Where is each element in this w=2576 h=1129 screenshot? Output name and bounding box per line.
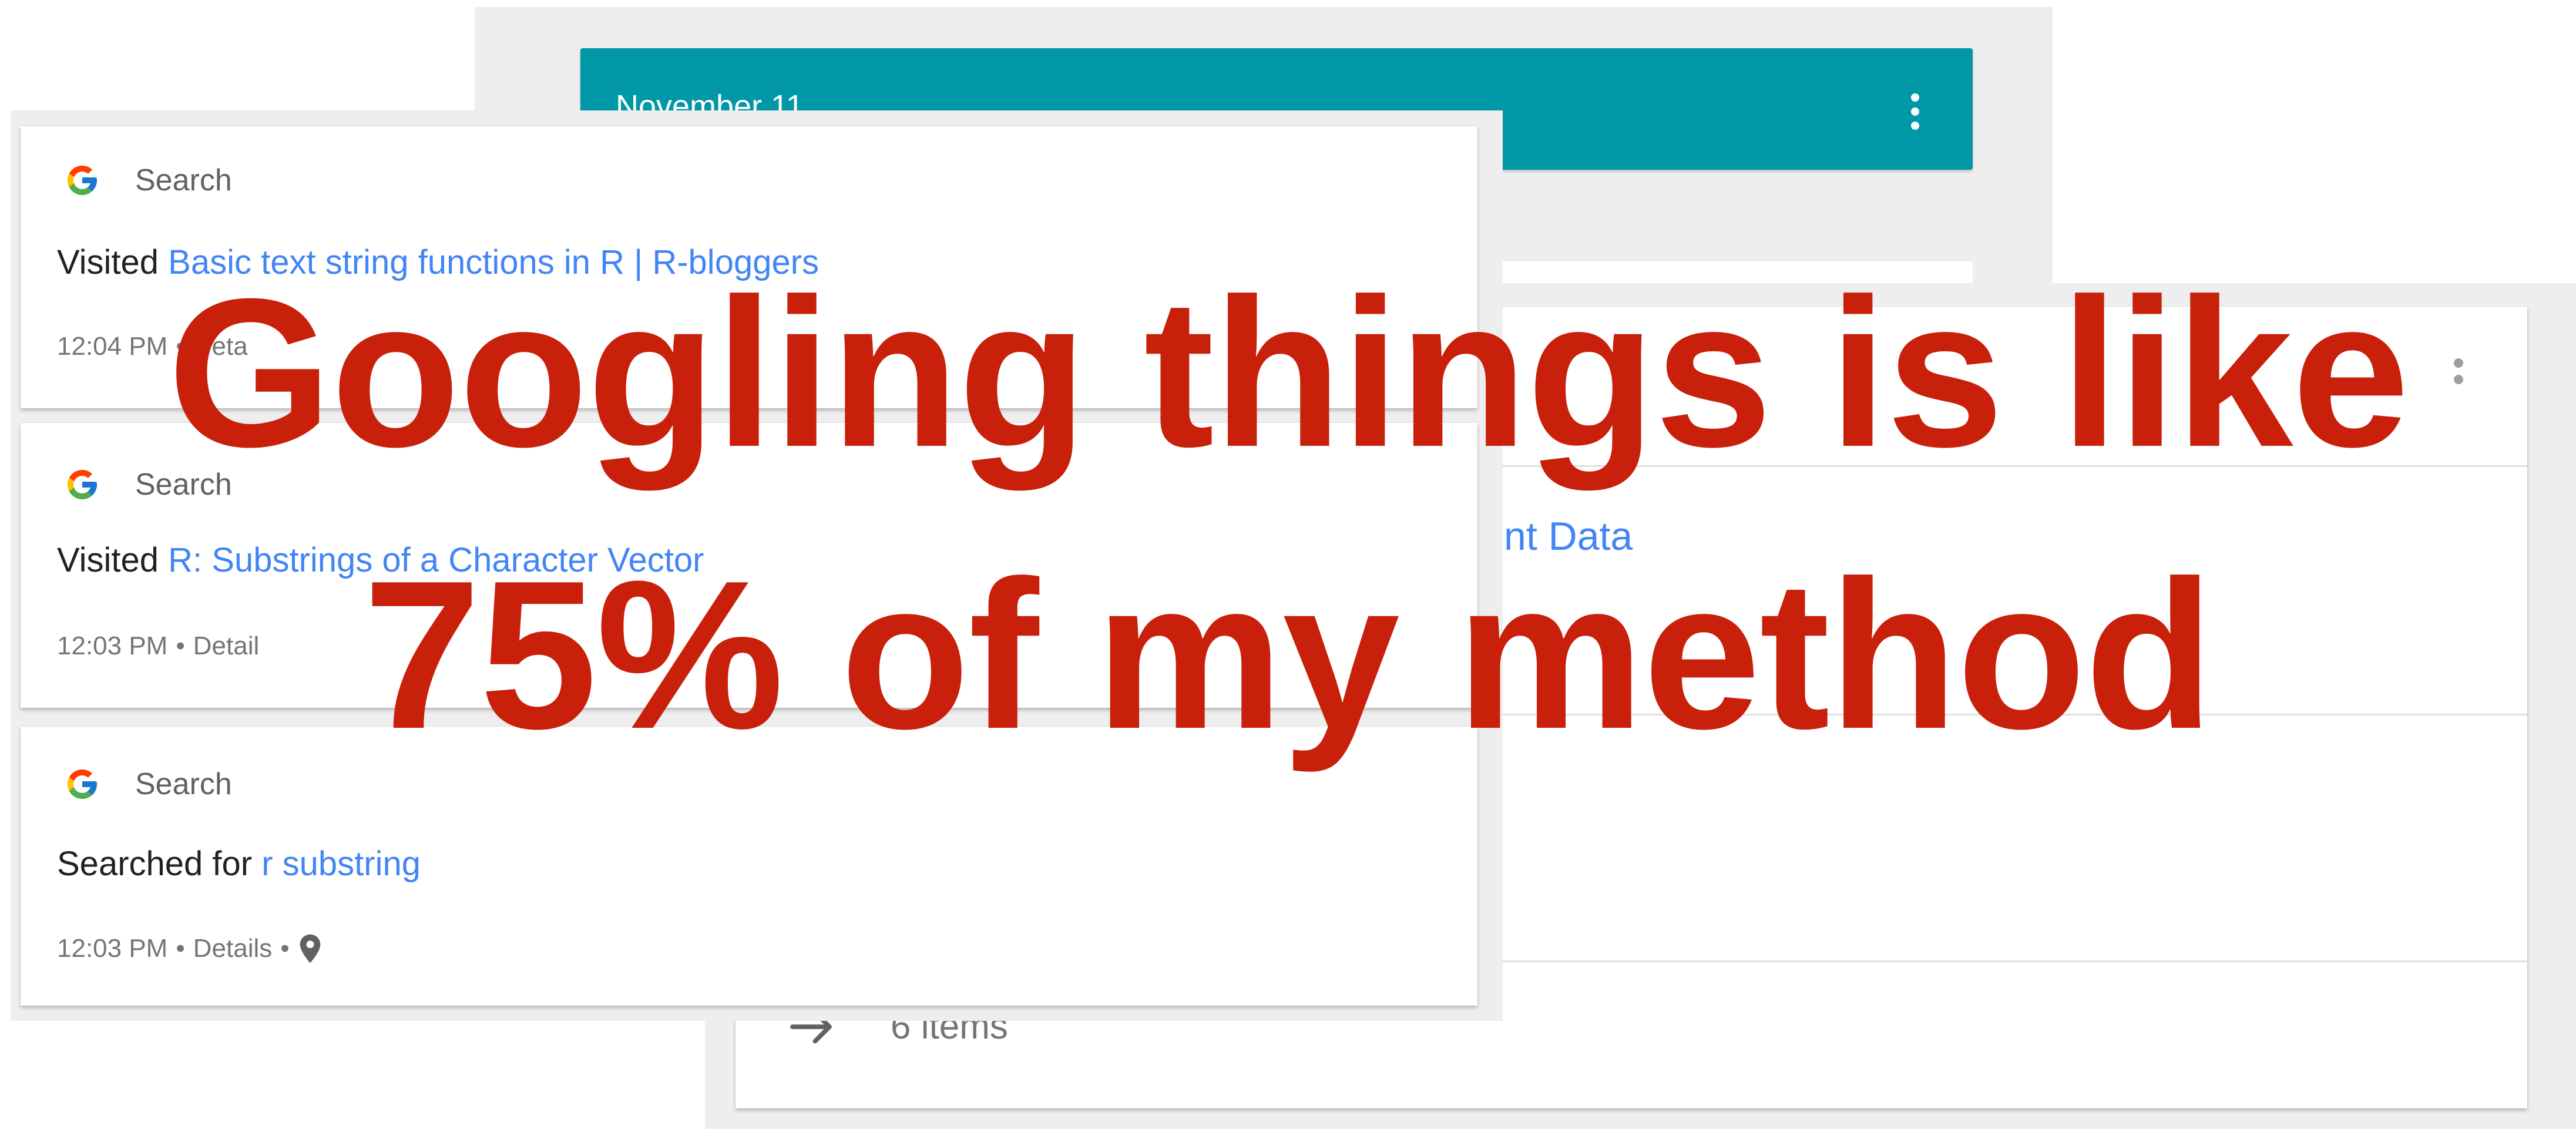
overlay-caption-line-1: Googling things is like [167, 255, 2409, 491]
location-pin-icon[interactable] [298, 933, 323, 964]
details-link[interactable]: Details [193, 934, 273, 963]
activity-time: 12:03 PM [57, 934, 168, 963]
more-options-icon[interactable] [1911, 90, 1919, 133]
activity-source: Search [65, 767, 232, 802]
activity-source-label: Search [135, 163, 232, 197]
activity-line: Searched for r substring [57, 844, 421, 883]
activity-meta: 12:03 PM • Details • [57, 933, 323, 964]
activity-source-label: Search [135, 767, 232, 801]
activity-source: Search [65, 163, 232, 198]
activity-link[interactable]: r substring [261, 845, 421, 883]
meta-separator: • [280, 934, 290, 963]
activity-action: Searched for [57, 845, 253, 883]
google-icon [68, 166, 97, 195]
meta-separator: • [176, 934, 185, 963]
overlay-caption-line-2: 75% of my method [363, 537, 2214, 773]
google-icon [68, 770, 97, 799]
